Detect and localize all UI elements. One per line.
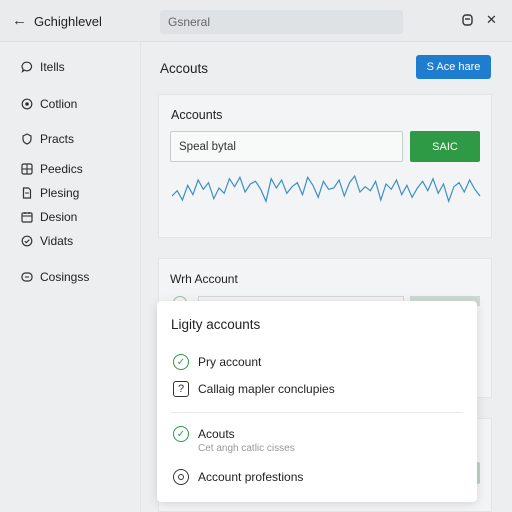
check-circle-icon [20,234,34,248]
app-title: Gchighlevel [34,14,102,29]
sidebar-item-label: Itells [40,60,65,74]
sidebar-item-4[interactable]: Peedics [20,160,83,178]
sidebar-item-label: Cosingss [40,270,90,284]
search-input[interactable]: Gsneral [160,10,403,34]
top-bar: ← Gchighlevel Gsneral ✕ [0,0,512,42]
sidebar-item-8[interactable]: Cosingss [20,268,89,286]
option-mapler[interactable]: ? Callaig mapler conclupies [173,381,335,397]
lock-icon[interactable] [462,13,473,29]
check-circle-icon: ✓ [173,354,189,370]
sidebar-item-7[interactable]: Vidats [20,232,73,250]
sidebar-item-label: Plesing [40,186,80,200]
circle-dot-icon [20,97,34,111]
back-arrow-icon[interactable]: ← [12,12,27,29]
circle-outline-icon [173,469,189,485]
submit-button[interactable]: SAIC [410,131,480,162]
sidebar-item-6[interactable]: Desion [20,208,77,226]
option-acouts[interactable]: ✓ Acouts Cet angh catlic cisses [173,426,295,454]
sidebar-item-label: Desion [40,210,78,224]
option-label: Acouts [198,427,235,441]
option-description: Cet angh catlic cisses [198,443,295,454]
chat-minus-icon [20,270,34,284]
sidebar-item-label: Cotlion [40,97,78,111]
sidebar-item-2[interactable]: Cotlion [20,95,77,113]
account-dialog: Ligity accounts ✓ Pry account ? Callaig … [157,301,477,502]
option-pry-account[interactable]: ✓ Pry account [173,354,261,370]
input-value: Speal bytal [179,141,236,153]
calendar-icon [20,210,34,224]
option-label: Callaig mapler conclupies [198,382,335,396]
activity-sparkline [171,174,481,204]
shield-icon [20,132,34,146]
accounts-card: Accounts [158,94,492,238]
document-icon [20,186,34,200]
section-title: Wrh Account [170,272,238,286]
page-title: Accouts [160,61,209,76]
sidebar-divider [140,42,141,512]
dialog-divider [171,412,463,413]
check-circle-icon: ✓ [173,426,189,442]
sidebar-item-label: Practs [40,132,75,146]
chat-bubble-icon [20,60,34,74]
sidebar-item-1[interactable]: Itells [20,58,65,76]
grid-icon [20,162,34,176]
account-input[interactable]: Speal bytal [170,131,403,162]
primary-action-button[interactable]: S Ace hare [416,55,491,79]
close-icon[interactable]: ✕ [486,12,497,28]
sparkline-series [171,174,481,204]
option-label: Account profestions [198,470,304,484]
option-label: Pry account [198,355,262,369]
question-icon: ? [173,381,189,397]
sidebar-item-label: Peedics [40,162,83,176]
sidebar-item-3[interactable]: Practs [20,130,74,148]
card-title: Accounts [171,108,223,122]
option-account-profestions[interactable]: Account profestions [173,469,303,485]
sidebar-item-label: Vidats [40,234,74,248]
sidebar-item-5[interactable]: Plesing [20,184,79,202]
search-text: Gsneral [168,15,211,29]
dialog-title: Ligity accounts [171,317,261,332]
